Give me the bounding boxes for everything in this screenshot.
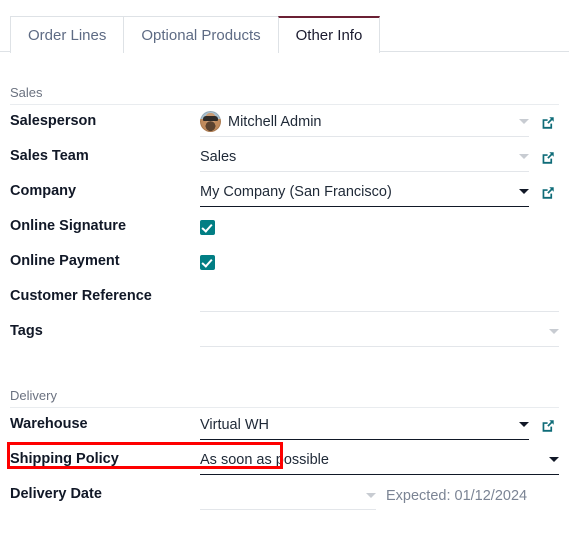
field-row-online-signature: Online Signature <box>10 210 559 245</box>
chevron-down-icon[interactable] <box>366 492 376 498</box>
tab-optional-products[interactable]: Optional Products <box>123 16 279 53</box>
field-row-sales-team: Sales Team Sales <box>10 140 559 175</box>
online-signature-label: Online Signature <box>10 218 127 234</box>
avatar <box>200 111 221 132</box>
tags-field <box>200 315 559 350</box>
chevron-down-icon[interactable] <box>549 457 559 462</box>
section-title-sales: Sales <box>10 52 559 105</box>
sales-team-value: Sales <box>200 148 237 165</box>
tab-list: Order Lines Optional Products Other Info <box>10 0 569 54</box>
warehouse-field: Virtual WH <box>200 408 559 443</box>
field-row-salesperson: Salesperson Mitchell Admin <box>10 105 559 140</box>
chevron-down-icon[interactable] <box>519 119 529 124</box>
customer-reference-field <box>200 280 559 315</box>
online-signature-checkbox[interactable] <box>200 219 215 235</box>
company-input-wrap[interactable]: My Company (San Francisco) <box>200 178 529 207</box>
tab-optional-products-label: Optional Products <box>141 27 261 44</box>
external-link-icon[interactable] <box>539 149 557 167</box>
tab-other-info-label: Other Info <box>295 27 363 44</box>
warehouse-label: Warehouse <box>10 416 88 432</box>
shipping-policy-input-wrap[interactable]: As soon as possible <box>200 446 559 475</box>
salesperson-value: Mitchell Admin <box>228 113 322 130</box>
online-payment-checkbox[interactable] <box>200 254 215 270</box>
shipping-policy-label: Shipping Policy <box>10 451 119 467</box>
delivery-date-input-wrap[interactable] <box>200 481 376 510</box>
tab-bar: Order Lines Optional Products Other Info <box>0 0 569 54</box>
chevron-down-icon[interactable] <box>519 189 529 194</box>
field-row-company: Company My Company (San Francisco) <box>10 175 559 210</box>
field-row-online-payment: Online Payment <box>10 245 559 280</box>
customer-reference-input-wrap[interactable] <box>200 283 559 312</box>
tab-order-lines-label: Order Lines <box>28 27 107 44</box>
sales-team-label: Sales Team <box>10 148 89 164</box>
online-signature-field <box>200 210 559 245</box>
field-row-shipping-policy: Shipping Policy As soon as possible <box>10 443 559 478</box>
salesperson-label: Salesperson <box>10 113 97 129</box>
warehouse-input-wrap[interactable]: Virtual WH <box>200 411 529 440</box>
section-title-delivery: Delivery <box>10 350 559 408</box>
delivery-date-expected-hint: Expected: 01/12/2024 <box>386 487 528 504</box>
salesperson-field: Mitchell Admin <box>200 105 559 140</box>
online-payment-input-wrap <box>200 248 559 277</box>
field-row-delivery-date: Delivery Date Expected: 01/12/2024 <box>10 478 559 513</box>
delivery-date-label: Delivery Date <box>10 486 102 502</box>
tab-other-info[interactable]: Other Info <box>277 16 381 54</box>
field-row-warehouse: Warehouse Virtual WH <box>10 408 559 443</box>
sales-team-field: Sales <box>200 140 559 175</box>
warehouse-value: Virtual WH <box>200 416 270 433</box>
online-payment-label: Online Payment <box>10 253 120 269</box>
tags-input-wrap[interactable] <box>200 318 559 347</box>
chevron-down-icon[interactable] <box>519 154 529 159</box>
online-signature-input-wrap <box>200 213 559 242</box>
field-row-customer-reference: Customer Reference <box>10 280 559 315</box>
company-label: Company <box>10 183 77 199</box>
chevron-down-icon[interactable] <box>519 422 529 427</box>
tags-label: Tags <box>10 323 43 339</box>
field-row-tags: Tags <box>10 315 559 350</box>
sales-team-input-wrap[interactable]: Sales <box>200 143 529 172</box>
company-value: My Company (San Francisco) <box>200 183 392 200</box>
shipping-policy-value: As soon as possible <box>200 451 329 468</box>
tab-order-lines[interactable]: Order Lines <box>10 16 125 53</box>
salesperson-input-wrap[interactable]: Mitchell Admin <box>200 108 529 137</box>
online-payment-field <box>200 245 559 280</box>
customer-reference-label: Customer Reference <box>10 288 152 304</box>
external-link-icon[interactable] <box>539 417 557 435</box>
delivery-date-field: Expected: 01/12/2024 <box>200 478 559 513</box>
shipping-policy-field: As soon as possible <box>200 443 559 478</box>
company-field: My Company (San Francisco) <box>200 175 559 210</box>
external-link-icon[interactable] <box>539 184 557 202</box>
external-link-icon[interactable] <box>539 114 557 132</box>
chevron-down-icon[interactable] <box>549 329 559 334</box>
other-info-form: Sales Salesperson Mitchell Admin Sales T… <box>0 52 569 513</box>
